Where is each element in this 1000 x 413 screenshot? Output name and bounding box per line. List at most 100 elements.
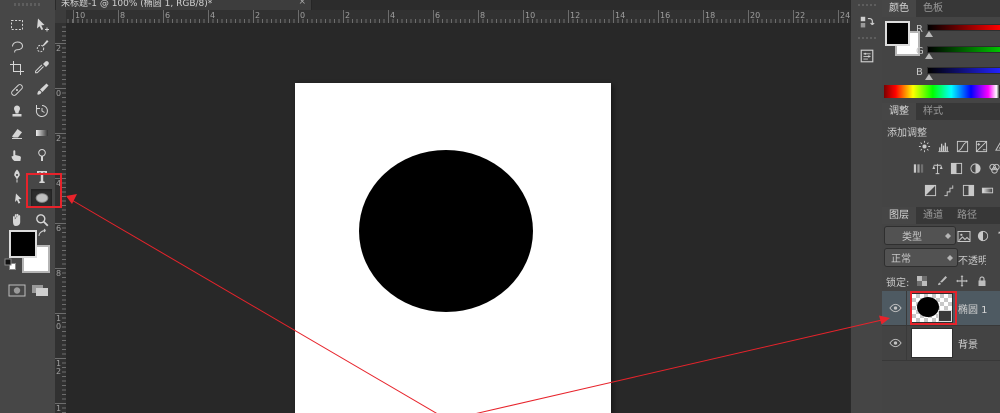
r-channel-slider[interactable]: R: [916, 22, 1000, 42]
layer-thumb-ellipse: [917, 297, 939, 317]
type-tool[interactable]: [31, 167, 52, 186]
clone-stamp-tool[interactable]: [6, 102, 27, 121]
adjustments-panel-tab[interactable]: 调整: [882, 103, 916, 120]
rectangular-marquee-tool[interactable]: [6, 15, 27, 34]
gradient-tool[interactable]: [31, 124, 52, 143]
history-panel-button[interactable]: [851, 8, 883, 38]
ruler-label: 0: [56, 90, 64, 98]
dodge-tool[interactable]: [31, 145, 52, 164]
layer-row-1[interactable]: 椭圆 1: [882, 291, 1000, 326]
channel-slider-knob[interactable]: [925, 31, 933, 37]
smudge-tool[interactable]: [6, 145, 27, 164]
layers-panel-tab[interactable]: 通道: [916, 207, 950, 224]
layer-row-2[interactable]: 背景: [882, 326, 1000, 361]
layers-panel-tab[interactable]: 路径: [950, 207, 984, 224]
crop-tool[interactable]: [6, 58, 27, 77]
vibrance-icon[interactable]: [994, 140, 1000, 153]
color-spectrum-bar[interactable]: [884, 85, 1000, 98]
quick-mask-button[interactable]: [8, 284, 26, 297]
default-colors-icon[interactable]: [4, 258, 17, 271]
lock-transparency-icon[interactable]: [914, 273, 930, 289]
ellipse-tool[interactable]: [31, 189, 52, 208]
lock-all-icon[interactable]: [974, 273, 990, 289]
channel-slider-knob[interactable]: [925, 74, 933, 80]
ruler-label: 10: [56, 315, 64, 331]
color-panel-tab[interactable]: 颜色: [882, 0, 916, 17]
layer-filter-row: 类型: [882, 227, 1000, 247]
screen-mode-button[interactable]: [31, 284, 49, 297]
channel-gradient-bar[interactable]: [928, 25, 1000, 30]
curves-icon[interactable]: [956, 140, 969, 153]
ruler-label: 10: [525, 11, 535, 20]
adjustment-filter-icon[interactable]: [975, 228, 991, 244]
path-selection-tool[interactable]: [6, 189, 27, 208]
lock-pixels-icon[interactable]: [934, 273, 950, 289]
hue-saturation-icon[interactable]: [912, 162, 925, 175]
ruler-label: 22: [795, 11, 805, 20]
panel-foreground-swatch[interactable]: [885, 21, 910, 46]
document-tab[interactable]: 未标题-1 @ 100% (椭圆 1, RGB/8)* ×: [55, 0, 312, 10]
ruler-label: 6: [165, 11, 170, 20]
channel-gradient-bar[interactable]: [928, 68, 1000, 73]
foreground-color-swatch[interactable]: [9, 230, 37, 258]
color-panel-tab[interactable]: 色板: [916, 0, 950, 17]
g-channel-slider[interactable]: G: [916, 44, 1000, 64]
channel-mixer-icon[interactable]: [988, 162, 1000, 175]
move-tool[interactable]: [31, 15, 52, 34]
brush-tool[interactable]: [31, 80, 52, 99]
spot-healing-brush-tool[interactable]: [6, 80, 27, 99]
invert-icon[interactable]: [924, 184, 937, 197]
properties-panel-button[interactable]: [851, 41, 883, 71]
eyedropper-tool[interactable]: [31, 58, 52, 77]
hand-tool[interactable]: [6, 210, 27, 229]
add-adjustment-label: 添加调整: [887, 124, 927, 139]
ruler-label: 14: [615, 11, 625, 20]
channel-label: R: [916, 24, 923, 35]
layer-visibility-toggle[interactable]: [884, 326, 907, 360]
zoom-icon: [34, 212, 50, 228]
lock-position-icon[interactable]: [954, 273, 970, 289]
horizontal-ruler: 108642024681012141618202224: [66, 10, 850, 24]
black-white-icon[interactable]: [950, 162, 963, 175]
posterize-icon[interactable]: [943, 184, 956, 197]
layers-panel: 图层通道路径 类型 正常 不透明度: 锁定:: [882, 207, 1000, 413]
zoom-tool[interactable]: [31, 210, 52, 229]
b-channel-slider[interactable]: B: [916, 65, 1000, 85]
filter-kind-dropdown[interactable]: 类型: [885, 227, 955, 244]
eye-icon: [887, 335, 903, 351]
layer-name[interactable]: 背景: [958, 336, 978, 351]
gradient-map-icon[interactable]: [981, 184, 994, 197]
pen-tool[interactable]: [6, 167, 27, 186]
exposure-icon[interactable]: [975, 140, 988, 153]
photo-filter-icon[interactable]: [969, 162, 982, 175]
lock-row: 锁定:: [882, 271, 1000, 290]
vector-mask-badge: [939, 311, 951, 321]
adjustments-panel-tab[interactable]: 样式: [916, 103, 950, 120]
quick-selection-tool[interactable]: [31, 37, 52, 56]
history-brush-tool[interactable]: [31, 102, 52, 121]
layer-name[interactable]: 椭圆 1: [958, 301, 988, 316]
channel-gradient-bar[interactable]: [928, 47, 1000, 52]
ruler-label: 6: [435, 11, 440, 20]
brightness-contrast-icon[interactable]: [918, 140, 931, 153]
blend-mode-dropdown[interactable]: 正常: [885, 249, 957, 266]
palette-grip[interactable]: [14, 3, 41, 6]
close-tab-icon[interactable]: ×: [298, 0, 306, 7]
layer-visibility-toggle[interactable]: [884, 291, 907, 325]
blend-mode-value: 正常: [891, 250, 911, 265]
type-filter-icon[interactable]: [994, 228, 1000, 244]
lasso-tool[interactable]: [6, 37, 27, 56]
levels-icon[interactable]: [937, 140, 950, 153]
ellipse-shape: [359, 150, 533, 312]
eraser-tool[interactable]: [6, 124, 27, 143]
layers-panel-tab[interactable]: 图层: [882, 207, 916, 224]
threshold-icon[interactable]: [962, 184, 975, 197]
image-filter-icon[interactable]: [956, 228, 972, 244]
swap-colors-icon[interactable]: [37, 228, 50, 238]
channel-slider-knob[interactable]: [925, 53, 933, 59]
layer-thumbnail[interactable]: [912, 329, 952, 357]
adjustments-panel: 调整样式 添加调整: [882, 103, 1000, 205]
layer-thumbnail[interactable]: [912, 294, 952, 322]
color-balance-icon[interactable]: [931, 162, 944, 175]
ruler-label: 8: [120, 11, 125, 20]
